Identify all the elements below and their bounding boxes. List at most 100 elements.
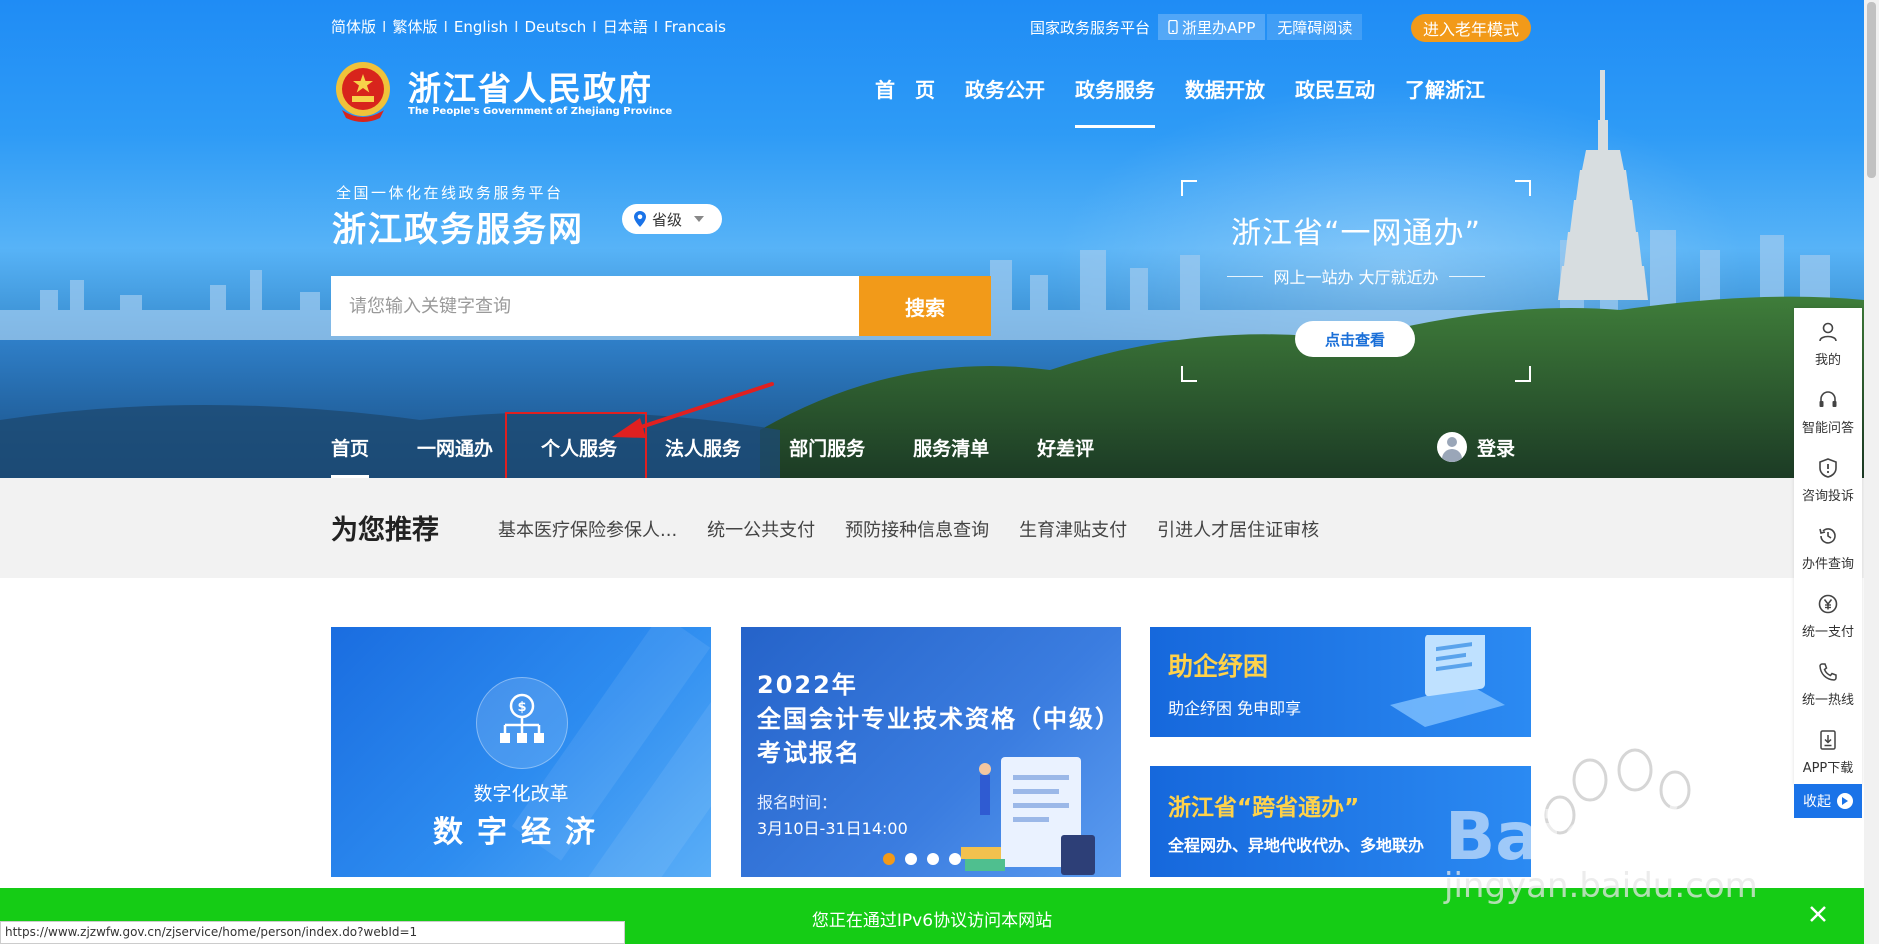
lang-simplified[interactable]: 简体版	[331, 16, 376, 37]
promo-title: 浙江省“一网通办”	[1230, 216, 1482, 251]
login-label: 登录	[1477, 437, 1516, 460]
watermark-brand: Baidu经验	[1445, 798, 1789, 875]
document-illustration-icon	[961, 757, 1095, 875]
lang-francais[interactable]: Francais	[664, 18, 726, 36]
recommend-link[interactable]: 统一公共支付	[707, 516, 815, 542]
digital-reform-card[interactable]: $ 数字化改革 数字经济	[331, 627, 711, 877]
accounting-exam-banner[interactable]: 2022年 全国会计专业技术资格（中级） 考试报名 报名时间： 3月10日-31…	[741, 627, 1121, 877]
side-toolbar: 我的 智能问答 咨询投诉 办件查询 统一支付 统一热线 APP下载 收起	[1794, 308, 1862, 818]
divider	[1448, 275, 1485, 277]
frame-corner	[1181, 366, 1197, 382]
recommend-link[interactable]: 基本医疗保险参保人...	[498, 516, 677, 542]
finance-network-icon: $	[500, 693, 544, 743]
exam-date-value: 3月10日-31日14:00	[757, 819, 908, 838]
recommend-link[interactable]: 预防接种信息查询	[845, 516, 989, 542]
digital-reform-caption: 数字化改革	[473, 783, 569, 805]
carousel-dot[interactable]	[883, 853, 895, 865]
location-selector[interactable]: 省级	[622, 204, 722, 234]
annotation-highlight-box	[505, 412, 647, 478]
main-nav-interaction[interactable]: 政民互动	[1280, 74, 1390, 128]
vertical-scrollbar[interactable]	[1864, 0, 1879, 944]
gov-site-title[interactable]: 浙江省人民政府	[408, 62, 653, 110]
recommend-bar: 为您推荐 基本医疗保险参保人... 统一公共支付 预防接种信息查询 生育津贴支付…	[0, 478, 1864, 578]
carousel-dot[interactable]	[949, 853, 961, 865]
recommend-title: 为您推荐	[331, 515, 439, 546]
svg-text:$: $	[517, 700, 526, 715]
search-button[interactable]: 搜索	[859, 276, 991, 336]
side-complaint-label: 咨询投诉	[1801, 488, 1854, 504]
side-smart-qa[interactable]: 智能问答	[1794, 378, 1862, 446]
service-nav-department[interactable]: 部门服务	[789, 434, 865, 478]
side-my[interactable]: 我的	[1794, 310, 1862, 378]
watermark-url: jingyan.baidu.com	[1444, 866, 1758, 906]
side-smart-qa-label: 智能问答	[1801, 420, 1854, 436]
frame-corner	[1181, 180, 1197, 196]
main-nav-gov-affairs[interactable]: 政务公开	[950, 74, 1060, 128]
side-case-query[interactable]: 办件查询	[1794, 514, 1862, 582]
service-nav-home[interactable]: 首页	[331, 434, 370, 478]
shield-alert-icon	[1819, 457, 1837, 478]
side-complaint[interactable]: 咨询投诉	[1794, 446, 1862, 514]
language-switcher: 简体版 I 繁体版 I English I Deutsch I 日本語 I Fr…	[331, 16, 726, 37]
exam-name: 全国会计专业技术资格（中级）	[757, 705, 1121, 733]
close-icon[interactable]	[1806, 902, 1830, 926]
exam-year: 2022年	[757, 671, 858, 699]
side-collapse-button[interactable]: 收起	[1794, 784, 1862, 818]
yen-icon	[1818, 594, 1838, 613]
promo-subtitle: 网上一站办 大厅就近办	[1273, 268, 1439, 287]
recommend-link[interactable]: 引进人才居住证审核	[1157, 516, 1319, 542]
service-nav-rating[interactable]: 好差评	[1037, 434, 1094, 478]
national-platform-link[interactable]: 国家政务服务平台	[1030, 17, 1150, 38]
promo-subtitle-row: 网上一站办 大厅就近办	[1181, 264, 1531, 288]
main-nav-open-data[interactable]: 数据开放	[1170, 74, 1280, 128]
lang-separator: I	[443, 17, 448, 36]
carousel-dot[interactable]	[905, 853, 917, 865]
side-hotline[interactable]: 统一热线	[1794, 650, 1862, 718]
headset-icon	[1819, 390, 1837, 407]
lang-deutsch[interactable]: Deutsch	[525, 18, 587, 36]
main-nav: 首 页 政务公开 政务服务 数据开放 政民互动 了解浙江	[860, 74, 1500, 128]
recommend-links: 基本医疗保险参保人... 统一公共支付 预防接种信息查询 生育津贴支付 引进人才…	[498, 516, 1319, 542]
history-icon	[1819, 527, 1836, 544]
location-selector-label: 省级	[652, 210, 683, 229]
lang-traditional[interactable]: 繁体版	[392, 16, 437, 37]
search-input[interactable]	[331, 276, 859, 336]
business-relief-card[interactable]: 助企纾困 助企纾困 免申即享	[1150, 627, 1531, 737]
carousel-dot[interactable]	[927, 853, 939, 865]
app-link-label: 浙里办APP	[1182, 18, 1256, 37]
frame-corner	[1515, 180, 1531, 196]
arrow-right-circle-icon	[1837, 793, 1853, 809]
mobile-phone-icon	[1168, 20, 1178, 34]
cross-province-subtitle: 全程网办、异地代收代办、多地联办	[1168, 836, 1425, 855]
status-url-bar: https://www.zjzwfw.gov.cn/zjservice/home…	[0, 921, 625, 944]
location-pin-icon	[634, 211, 646, 227]
main-nav-about-zhejiang[interactable]: 了解浙江	[1390, 74, 1500, 128]
side-collapse-label: 收起	[1803, 794, 1831, 810]
side-payment-label: 统一支付	[1801, 624, 1854, 640]
elder-mode-button[interactable]: 进入老年模式	[1411, 14, 1531, 42]
user-icon	[1819, 322, 1837, 341]
avatar	[1437, 432, 1467, 462]
side-app-download[interactable]: APP下载	[1794, 718, 1862, 786]
side-payment[interactable]: 统一支付	[1794, 582, 1862, 650]
service-nav-legal-person[interactable]: 法人服务	[665, 434, 741, 478]
app-link[interactable]: 浙里办APP	[1158, 14, 1266, 40]
lang-separator: I	[653, 17, 659, 36]
lang-english[interactable]: English	[454, 18, 508, 36]
exam-action: 考试报名	[757, 739, 861, 767]
city-skyline-illustration	[0, 70, 1864, 478]
promo-view-button[interactable]: 点击查看	[1295, 321, 1415, 357]
recommend-link[interactable]: 生育津贴支付	[1019, 516, 1127, 542]
download-icon	[1820, 729, 1836, 750]
service-nav-one-stop[interactable]: 一网通办	[417, 434, 493, 478]
lang-japanese[interactable]: 日本語	[603, 16, 648, 37]
hero-banner: 简体版 I 繁体版 I English I Deutsch I 日本語 I Fr…	[0, 0, 1864, 478]
main-nav-home[interactable]: 首 页	[860, 74, 950, 128]
main-nav-gov-service[interactable]: 政务服务	[1060, 74, 1170, 128]
service-nav-service-list[interactable]: 服务清单	[913, 434, 989, 478]
login-button[interactable]: 登录	[1437, 432, 1515, 462]
scrollbar-thumb[interactable]	[1867, 2, 1876, 178]
accessible-reading-button[interactable]: 无障碍阅读	[1267, 14, 1363, 40]
carousel-dots	[883, 853, 961, 865]
side-app-download-label: APP下载	[1802, 760, 1854, 776]
